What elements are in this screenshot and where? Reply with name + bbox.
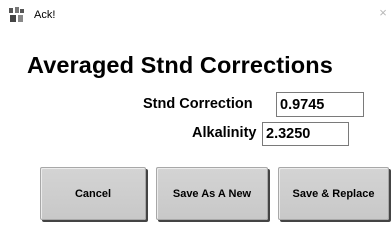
close-icon[interactable]: ×: [375, 3, 391, 23]
alkalinity-field[interactable]: [262, 122, 349, 146]
save-replace-button[interactable]: Save & Replace: [278, 167, 389, 220]
app-icon: [8, 7, 26, 23]
dialog-heading: Averaged Stnd Corrections: [27, 52, 333, 78]
cancel-button[interactable]: Cancel: [40, 167, 146, 220]
alkalinity-label: Alkalinity: [192, 125, 257, 141]
stnd-correction-field[interactable]: [276, 92, 364, 117]
dialog-window: Ack! × Averaged Stnd Corrections Stnd Co…: [0, 0, 391, 246]
title-bar[interactable]: Ack! ×: [0, 0, 391, 28]
save-as-new-button[interactable]: Save As A New: [156, 167, 268, 220]
stnd-correction-label: Stnd Correction: [143, 96, 253, 112]
window-title: Ack!: [34, 9, 56, 21]
